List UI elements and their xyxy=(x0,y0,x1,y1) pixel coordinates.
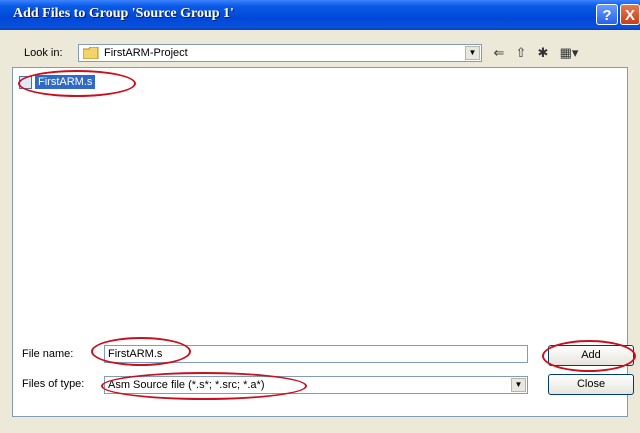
files-of-type-dropdown-button[interactable]: ▼ xyxy=(511,378,526,392)
view-menu-icon[interactable]: ▦▾ xyxy=(556,46,582,60)
back-icon[interactable]: ⇐ xyxy=(490,46,508,60)
look-in-dropdown-button[interactable]: ▼ xyxy=(465,46,480,60)
new-folder-icon[interactable]: ✱ xyxy=(534,46,552,60)
look-in-label: Look in: xyxy=(24,47,63,59)
look-in-value: FirstARM-Project xyxy=(104,47,188,59)
dialog-title: Add Files to Group 'Source Group 1' xyxy=(13,6,234,21)
up-folder-icon[interactable]: ⇧ xyxy=(512,46,530,60)
dialog-footer xyxy=(0,418,640,433)
close-window-button[interactable]: X xyxy=(620,4,640,25)
title-bar: Add Files to Group 'Source Group 1' ? X xyxy=(0,0,640,30)
file-list[interactable]: FirstARM.s xyxy=(12,67,628,417)
file-name-value: FirstARM.s xyxy=(108,348,163,360)
asm-file-icon xyxy=(19,76,32,89)
close-button[interactable]: Close xyxy=(548,374,634,395)
files-of-type-value: Asm Source file (*.s*; *.src; *.a*) xyxy=(108,379,265,391)
look-in-combo[interactable]: FirstARM-Project ▼ xyxy=(78,44,482,62)
file-name-text: FirstARM.s xyxy=(35,75,96,89)
file-name-label: File name: xyxy=(22,348,74,360)
files-of-type-select[interactable]: Asm Source file (*.s*; *.src; *.a*) ▼ xyxy=(104,376,528,394)
add-button[interactable]: Add xyxy=(548,345,634,366)
folder-icon xyxy=(83,47,99,59)
help-button[interactable]: ? xyxy=(596,4,618,25)
file-name-input[interactable]: FirstARM.s xyxy=(104,345,528,363)
files-of-type-label: Files of type: xyxy=(22,378,85,390)
